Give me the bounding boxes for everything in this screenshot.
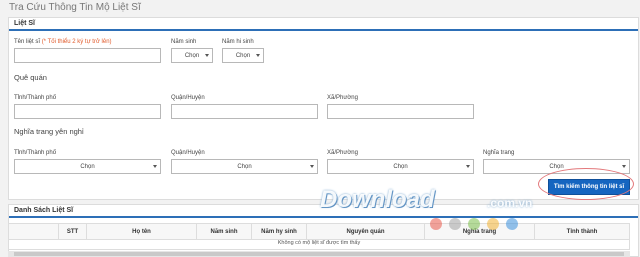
column-header-name[interactable]: Họ tên	[87, 224, 197, 239]
chevron-down-icon	[466, 165, 470, 168]
birth-year-value: Chọn	[184, 52, 200, 59]
cemetery-district-select[interactable]: Chọn	[171, 159, 318, 174]
birth-year-select[interactable]: Chọn	[171, 48, 213, 63]
empty-results-message: Không có mộ liệt sĩ được tìm thấy	[8, 240, 630, 250]
cemetery-province-label: Tỉnh/Thành phố	[14, 150, 57, 156]
name-hint: (* Tối thiểu 2 ký tự trở lên)	[41, 39, 112, 45]
cemetery-section-title: Nghĩa trang yên nghỉ	[14, 127, 84, 136]
chevron-down-icon	[310, 165, 314, 168]
hometown-province-input[interactable]	[14, 104, 161, 119]
death-year-select[interactable]: Chọn	[222, 48, 264, 63]
cemetery-province-select[interactable]: Chọn	[14, 159, 161, 174]
cemetery-label: Nghĩa trang	[483, 150, 515, 156]
watermark-dot	[449, 218, 461, 230]
name-input[interactable]	[14, 48, 161, 63]
scrollbar-thumb[interactable]	[14, 252, 624, 256]
cemetery-district-label: Quận/Huyện	[171, 150, 205, 156]
column-header-birth-year[interactable]: Năm sinh	[197, 224, 252, 239]
results-table-header: STT Họ tên Năm sinh Năm hy sinh Nguyên q…	[8, 223, 630, 240]
hometown-district-input[interactable]	[171, 104, 318, 119]
chevron-down-icon	[153, 165, 157, 168]
chevron-down-icon	[256, 54, 260, 57]
watermark-dots	[430, 218, 518, 230]
hometown-section-title: Quê quán	[14, 73, 47, 82]
watermark-dot	[487, 218, 499, 230]
column-header-stt[interactable]: STT	[59, 224, 87, 239]
column-header-province[interactable]: Tỉnh thành	[535, 224, 629, 239]
watermark-dot	[506, 218, 518, 230]
cemetery-ward-select[interactable]: Chọn	[327, 159, 474, 174]
death-year-label: Năm hi sinh	[222, 39, 254, 45]
hometown-ward-label: Xã/Phường	[327, 95, 358, 101]
horizontal-scrollbar[interactable]	[8, 251, 630, 257]
name-label-text: Tên liệt sĩ	[14, 39, 41, 45]
cemetery-value: Chọn	[549, 163, 564, 170]
death-year-value: Chọn	[235, 52, 251, 59]
watermark-brand: Download	[320, 186, 435, 213]
search-panel-header: Liệt Sĩ	[9, 18, 638, 31]
page-title: Tra Cứu Thông Tin Mộ Liệt Sĩ	[9, 2, 141, 13]
watermark-tld: .com.vn	[487, 196, 533, 210]
birth-year-label: Năm sinh	[171, 39, 197, 45]
name-label: Tên liệt sĩ (* Tối thiểu 2 ký tự trở lên…	[14, 39, 112, 45]
column-header-select	[9, 224, 59, 239]
cemetery-district-value: Chọn	[237, 163, 252, 170]
cemetery-ward-value: Chọn	[393, 163, 408, 170]
hometown-ward-input[interactable]	[327, 104, 474, 119]
column-header-death-year[interactable]: Năm hy sinh	[252, 224, 307, 239]
hometown-district-label: Quận/Huyện	[171, 95, 205, 101]
cemetery-ward-label: Xã/Phường	[327, 150, 358, 156]
chevron-down-icon	[622, 165, 626, 168]
watermark-dot	[430, 218, 442, 230]
column-header-hometown[interactable]: Nguyên quán	[307, 224, 425, 239]
chevron-down-icon	[205, 54, 209, 57]
highlight-ring	[538, 168, 634, 200]
cemetery-province-value: Chọn	[80, 163, 95, 170]
watermark-dot	[468, 218, 480, 230]
hometown-province-label: Tỉnh/Thành phố	[14, 95, 57, 101]
